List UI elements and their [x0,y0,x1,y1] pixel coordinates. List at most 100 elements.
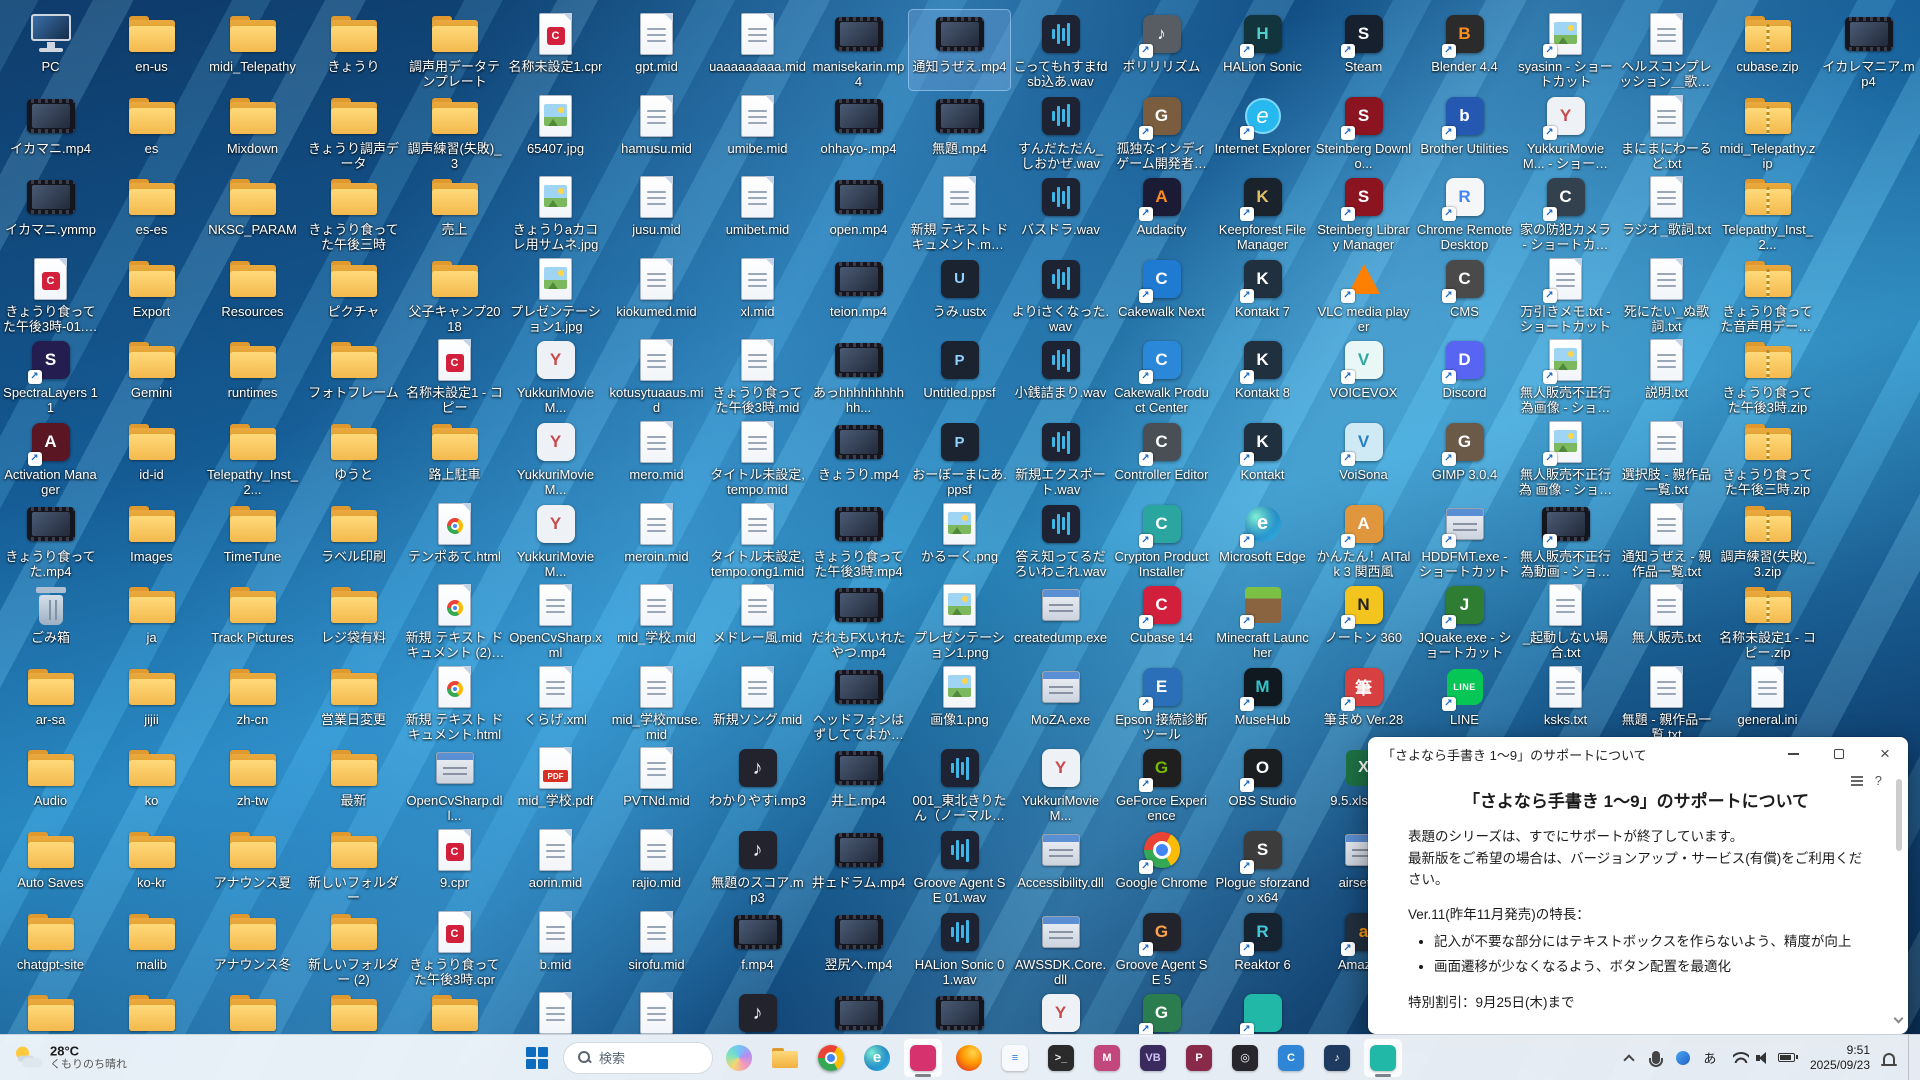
desktop-icon[interactable]: Export [101,255,202,335]
cubase-app-button[interactable]: C [1271,1038,1311,1078]
desktop-icon[interactable]: S↗Steam [1313,10,1414,90]
desktop-icon[interactable]: O↗OBS Studio [1212,744,1313,824]
desktop-icon[interactable]: よりiさくなった.wav [1010,255,1111,335]
desktop-icon[interactable]: gpt.mid [606,10,707,90]
notes-app-button[interactable]: ≡ [995,1038,1035,1078]
desktop-icon[interactable]: Gemini [101,336,202,416]
desktop-icon[interactable]: メドレー風.mid [707,581,808,661]
clock[interactable]: 9:51 2025/09/23 [1810,1043,1870,1073]
desktop-icon[interactable]: Telepathy_Inst_2... [1717,173,1818,253]
desktop-icon[interactable]: id-id [101,418,202,498]
desktop-icon[interactable]: xl.mid [707,255,808,335]
desktop-icon[interactable]: タイトル未設定, tempo.ong1.mid [707,500,808,580]
desktop-icon[interactable]: きょうり食ってた午後三時 [303,173,404,253]
terminal-button[interactable]: >_ [1041,1038,1081,1078]
desktop-icon[interactable]: C↗Cakewalk Next [1111,255,1212,335]
active-app-button[interactable] [1363,1038,1403,1078]
desktop-icon[interactable]: ↗HDDFMT.exe - ショートカット [1414,500,1515,580]
desktop-icon[interactable]: ja [101,581,202,661]
desktop-icon[interactable]: きょうり [303,10,404,90]
menu-icon[interactable] [1851,774,1863,788]
desktop-icon[interactable]: きょうり食ってた午後3時.mp4 [808,500,909,580]
chrome-button[interactable] [811,1038,851,1078]
desktop-icon[interactable]: ヘルスコンプレッション＿歌詞.txt [1616,10,1717,90]
desktop-icon[interactable]: general.ini [1717,663,1818,743]
desktop-icon[interactable]: Track Pictures [202,581,303,661]
desktop-icon[interactable]: ↗無人販売不正行為画像 - ショートカット [1515,336,1616,416]
desktop-icon[interactable]: MoZA.exe [1010,663,1111,743]
close-button[interactable]: × [1862,737,1908,771]
desktop-icon[interactable]: ごみ箱 [0,581,101,661]
desktop-icon[interactable]: 調声用データテンプレート [404,10,505,90]
desktop-icon[interactable]: G↗GeForce Experience [1111,744,1212,824]
desktop-icon[interactable]: きょうり食ってた午後3時.mid [707,336,808,416]
desktop-icon[interactable]: AWSSDK.Core.dll [1010,908,1111,988]
desktop-icon[interactable]: V↗VoiSona [1313,418,1414,498]
desktop-icon[interactable]: ↗Minecraft Launcher [1212,581,1313,661]
desktop-icon[interactable]: zh-tw [202,744,303,824]
vb-audio-button[interactable]: VB [1133,1038,1173,1078]
desktop-icon[interactable]: ↗syasinn - ショートカット [1515,10,1616,90]
desktop-icon[interactable]: 最新 [303,744,404,824]
desktop-icon[interactable]: umibet.mid [707,173,808,253]
desktop-icon[interactable]: C↗家の防犯カメラ - ショートカット [1515,173,1616,253]
desktop-icon[interactable]: YYukkuriMovieM... [505,336,606,416]
desktop-icon[interactable]: K↗Keepforest File Manager [1212,173,1313,253]
desktop-icon[interactable]: きょうり食ってた午後三時.zip [1717,418,1818,498]
desktop-icon[interactable]: Uうみ.ustx [909,255,1010,335]
desktop-icon[interactable]: ↗VLC media player [1313,255,1414,335]
desktop-icon[interactable]: ♪↗ポリリリズム [1111,10,1212,90]
desktop-icon[interactable]: jusu.mid [606,173,707,253]
dialog-scrollbar[interactable] [1893,777,1905,1030]
desktop-icon[interactable]: ↗Google Chrome [1111,826,1212,906]
desktop-icon[interactable]: 選択肢 - 親作品一覧.txt [1616,418,1717,498]
tray-app-button[interactable] [1675,1043,1691,1073]
desktop-icon[interactable]: きょうり調声データ [303,92,404,172]
desktop-icon[interactable]: 新規 テキスト ドキュメント.musicxml [909,173,1010,253]
desktop-icon[interactable]: きょうりaカコレ用サムネ.jpg [505,173,606,253]
copilot-button[interactable] [719,1038,759,1078]
desktop-icon[interactable]: meroin.mid [606,500,707,580]
desktop-icon[interactable]: YYukkuriMovieM... [505,500,606,580]
desktop-icon[interactable]: midi_Telepathy [202,10,303,90]
desktop-icon[interactable]: N↗ノートン 360 [1313,581,1414,661]
desktop-icon[interactable]: Cきょうり食ってた午後3時-01.cpr [0,255,101,335]
desktop-icon[interactable]: PC [0,10,101,90]
desktop-icon[interactable]: フォトフレーム [303,336,404,416]
desktop-icon[interactable]: OpenCvSharp.dll... [404,744,505,824]
show-desktop-button[interactable] [1908,1035,1912,1080]
search-box[interactable]: 検索 [563,1042,713,1074]
notification-bell-button[interactable] [1881,1043,1897,1073]
scrollbar-thumb[interactable] [1896,779,1902,851]
desktop-icon[interactable]: en-us [101,10,202,90]
desktop-icon[interactable]: 新規 テキスト ドキュメント (2).html [404,581,505,661]
desktop-icon[interactable]: ↗無人販売不正行為 画像 - ショートカット [1515,418,1616,498]
desktop-icon[interactable]: G↗GIMP 3.0.4 [1414,418,1515,498]
media-app-button[interactable] [903,1038,943,1078]
desktop-icon[interactable]: ksks.txt [1515,663,1616,743]
desktop-icon[interactable]: S↗Steinberg Library Manager [1313,173,1414,253]
desktop-icon[interactable]: aorin.mid [505,826,606,906]
desktop-icon[interactable]: Pおーぼーまにあ.ppsf [909,418,1010,498]
desktop-icon[interactable]: ♪無題のスコア.mp3 [707,826,808,906]
desktop-icon[interactable]: 路上駐車 [404,418,505,498]
desktop-icon[interactable]: C名称未設定1 - コピー [404,336,505,416]
desktop-icon[interactable]: kiokumed.mid [606,255,707,335]
desktop-icon[interactable]: イカマニ.ymmp [0,173,101,253]
desktop-icon[interactable]: LINE↗LINE [1414,663,1515,743]
desktop-icon[interactable]: ♪わかりやすi.mp3 [707,744,808,824]
desktop-icon[interactable]: 井上.mp4 [808,744,909,824]
edge-button[interactable]: e [857,1038,897,1078]
desktop-icon[interactable]: ラベル印刷 [303,500,404,580]
desktop-icon[interactable]: runtimes [202,336,303,416]
desktop-icon[interactable]: G↗孤独なインディゲーム開発者の一生... [1111,92,1212,172]
desktop-icon[interactable]: mid_学校.mid [606,581,707,661]
desktop-icon[interactable]: 新しいフォルダー (2) [303,908,404,988]
desktop-icon[interactable]: C↗Cakewalk Product Center [1111,336,1212,416]
desktop-icon[interactable]: TimeTune [202,500,303,580]
desktop-icon[interactable]: 新規 テキスト ドキュメント.html [404,663,505,743]
desktop-icon[interactable]: 調声練習(失敗)_3.zip [1717,500,1818,580]
desktop-icon[interactable]: A↗かんたん！AITalk 3 関西風 [1313,500,1414,580]
desktop-icon[interactable]: kotusytuaaus.mid [606,336,707,416]
desktop-icon[interactable]: chatgpt-site [0,908,101,988]
